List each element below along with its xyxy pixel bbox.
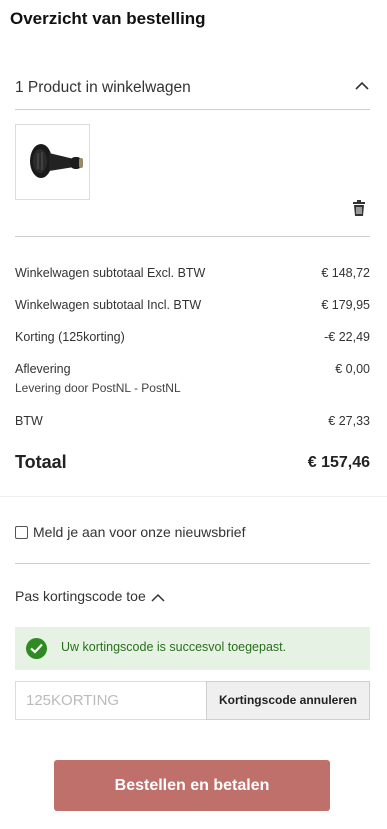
- row-label: BTW: [15, 414, 43, 428]
- row-value: € 0,00: [335, 362, 370, 376]
- row-label: Winkelwagen subtotaal Excl. BTW: [15, 266, 206, 280]
- row-value: € 179,95: [321, 298, 370, 312]
- cart-summary-label: 1 Product in winkelwagen: [15, 79, 191, 96]
- total-label: Totaal: [15, 452, 67, 472]
- shipping-method: Levering door PostNL - PostNL: [15, 381, 181, 395]
- coupon-success-message: Uw kortingscode is succesvol toegepast.: [15, 627, 370, 670]
- row-label: Korting (125korting): [15, 330, 125, 344]
- total-value: € 157,46: [307, 454, 370, 471]
- divider: [15, 236, 370, 237]
- product-image[interactable]: [15, 124, 90, 200]
- check-circle-icon: [26, 638, 47, 659]
- coupon-toggle[interactable]: Pas kortingscode toe: [15, 588, 146, 604]
- page-title: Overzicht van bestelling: [10, 9, 206, 28]
- checkout-button[interactable]: Bestellen en betalen: [54, 760, 330, 811]
- newsletter-checkbox[interactable]: Meld je aan voor onze nieuwsbrief: [15, 524, 245, 540]
- row-value: € 148,72: [321, 266, 370, 280]
- row-value: € 27,33: [328, 414, 370, 428]
- row-value: -€ 22,49: [324, 330, 370, 344]
- cart-summary-toggle[interactable]: 1 Product in winkelwagen: [15, 70, 370, 110]
- row-label: Winkelwagen subtotaal Incl. BTW: [15, 298, 202, 312]
- divider: [15, 563, 370, 564]
- cancel-coupon-button[interactable]: Kortingscode annuleren: [206, 681, 370, 720]
- trash-icon[interactable]: [352, 200, 366, 217]
- newsletter-label: Meld je aan voor onze nieuwsbrief: [33, 524, 246, 540]
- row-label: Aflevering: [15, 362, 71, 376]
- section-separator: [0, 496, 387, 497]
- chevron-up-icon[interactable]: [150, 590, 166, 606]
- coupon-code-input[interactable]: 125KORTING: [15, 681, 207, 720]
- checkbox-icon[interactable]: [15, 525, 28, 539]
- success-text: Uw kortingscode is succesvol toegepast.: [61, 640, 287, 654]
- hair-dryer-diffuser-icon: [30, 144, 83, 178]
- chevron-up-icon: [355, 81, 369, 90]
